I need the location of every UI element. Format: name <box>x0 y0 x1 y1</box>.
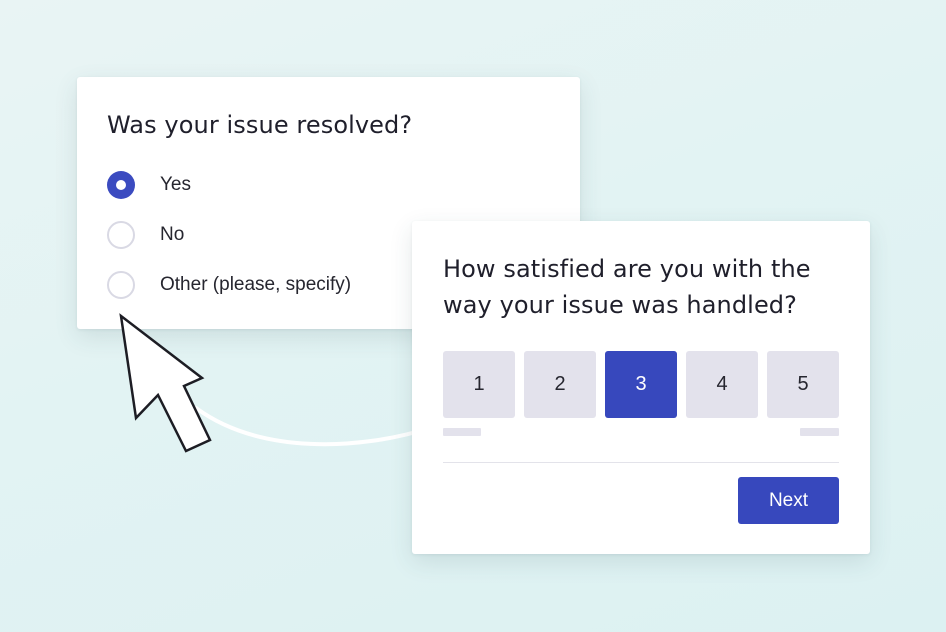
next-button[interactable]: Next <box>738 477 839 524</box>
resolved-question-title: Was your issue resolved? <box>107 111 413 139</box>
scale-low-hint <box>443 428 481 436</box>
option-label-no: No <box>160 224 185 245</box>
option-yes[interactable]: Yes <box>107 169 191 201</box>
rating-scale: 1 2 3 4 5 <box>443 351 839 418</box>
satisfaction-question-card: How satisfied are you with the way your … <box>412 221 870 554</box>
divider <box>443 462 839 463</box>
radio-other[interactable] <box>107 271 135 299</box>
option-no[interactable]: No <box>107 219 184 251</box>
satisfaction-question-title: How satisfied are you with the way your … <box>443 255 811 319</box>
rating-button-4[interactable]: 4 <box>686 351 758 418</box>
scale-high-hint <box>800 428 839 436</box>
rating-button-5[interactable]: 5 <box>767 351 839 418</box>
radio-yes[interactable] <box>107 171 135 199</box>
option-other[interactable]: Other (please, specify) <box>107 269 351 301</box>
rating-button-3[interactable]: 3 <box>605 351 677 418</box>
rating-button-2[interactable]: 2 <box>524 351 596 418</box>
option-label-other: Other (please, specify) <box>160 274 352 295</box>
radio-no[interactable] <box>107 221 135 249</box>
rating-button-1[interactable]: 1 <box>443 351 515 418</box>
option-label-yes: Yes <box>160 174 191 195</box>
